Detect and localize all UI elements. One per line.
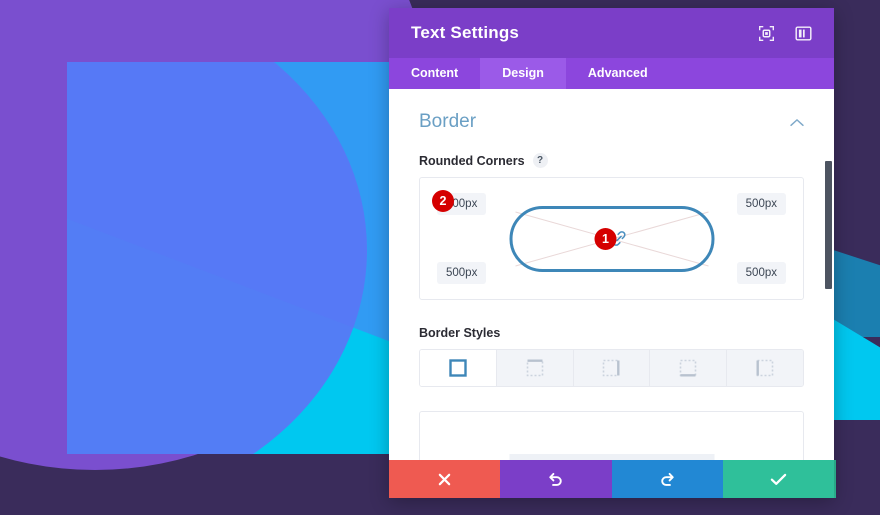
section-title: Border bbox=[419, 111, 477, 132]
close-icon bbox=[438, 473, 451, 485]
panel-scrollbar[interactable] bbox=[824, 89, 832, 460]
border-left-icon bbox=[756, 359, 774, 377]
tab-advanced[interactable]: Advanced bbox=[566, 58, 670, 89]
rounded-corners-label: Rounded Corners bbox=[419, 153, 525, 168]
cancel-button[interactable] bbox=[389, 460, 501, 498]
rounded-corners-preview: 2 500px 500px 500px 500px 1 bbox=[419, 177, 804, 300]
corner-link-toggle[interactable]: 1 bbox=[594, 227, 629, 250]
corner-value-bottom-left[interactable]: 500px bbox=[437, 262, 487, 284]
undo-button[interactable] bbox=[500, 460, 612, 498]
annotation-marker-1: 1 bbox=[594, 227, 617, 250]
border-width-preview-bar bbox=[509, 454, 714, 460]
help-icon[interactable]: ? bbox=[532, 153, 548, 168]
header-icon-group bbox=[758, 25, 812, 42]
border-top-icon bbox=[526, 359, 543, 377]
modal-tabs: Content Design Advanced bbox=[389, 58, 834, 89]
scrollbar-thumb[interactable] bbox=[825, 161, 832, 289]
redo-button[interactable] bbox=[611, 460, 723, 498]
focus-icon[interactable] bbox=[758, 25, 775, 42]
border-top-option[interactable] bbox=[496, 350, 574, 386]
border-right-option[interactable] bbox=[573, 350, 651, 386]
layout-icon[interactable] bbox=[795, 25, 812, 42]
app-canvas: Text Settings Content Design Advanced Bo… bbox=[0, 0, 880, 515]
redo-icon bbox=[660, 472, 674, 486]
corner-value-top-right[interactable]: 500px bbox=[736, 193, 786, 215]
border-left-option[interactable] bbox=[727, 350, 803, 386]
check-icon bbox=[770, 473, 787, 485]
tab-content[interactable]: Content bbox=[389, 58, 480, 89]
rounded-corners-label-row: Rounded Corners ? bbox=[419, 153, 804, 168]
annotation-marker-2: 2 bbox=[432, 190, 454, 212]
border-styles-label: Border Styles bbox=[419, 326, 501, 340]
border-width-preview bbox=[419, 411, 804, 460]
border-right-icon bbox=[603, 359, 620, 377]
corner-preview-shape: 1 bbox=[509, 205, 714, 272]
modal-header: Text Settings bbox=[389, 8, 834, 58]
page-title: Text Settings bbox=[411, 23, 520, 42]
border-all-option[interactable] bbox=[420, 350, 497, 386]
border-bottom-icon bbox=[679, 359, 697, 377]
modal-body: Border Rounded Corners ? 2 500px 500px 5… bbox=[389, 89, 834, 460]
chevron-up-icon[interactable] bbox=[790, 118, 804, 127]
border-all-icon bbox=[449, 359, 467, 377]
text-settings-modal: Text Settings Content Design Advanced Bo… bbox=[389, 8, 834, 498]
modal-footer bbox=[389, 460, 834, 498]
border-styles-label-row: Border Styles bbox=[419, 326, 804, 340]
border-styles-options bbox=[419, 349, 804, 387]
border-section-header[interactable]: Border bbox=[419, 111, 804, 133]
tab-design[interactable]: Design bbox=[480, 58, 566, 89]
border-bottom-option[interactable] bbox=[650, 350, 728, 386]
corner-value-bottom-right[interactable]: 500px bbox=[736, 262, 786, 284]
undo-icon bbox=[549, 472, 563, 486]
save-button[interactable] bbox=[722, 460, 834, 498]
